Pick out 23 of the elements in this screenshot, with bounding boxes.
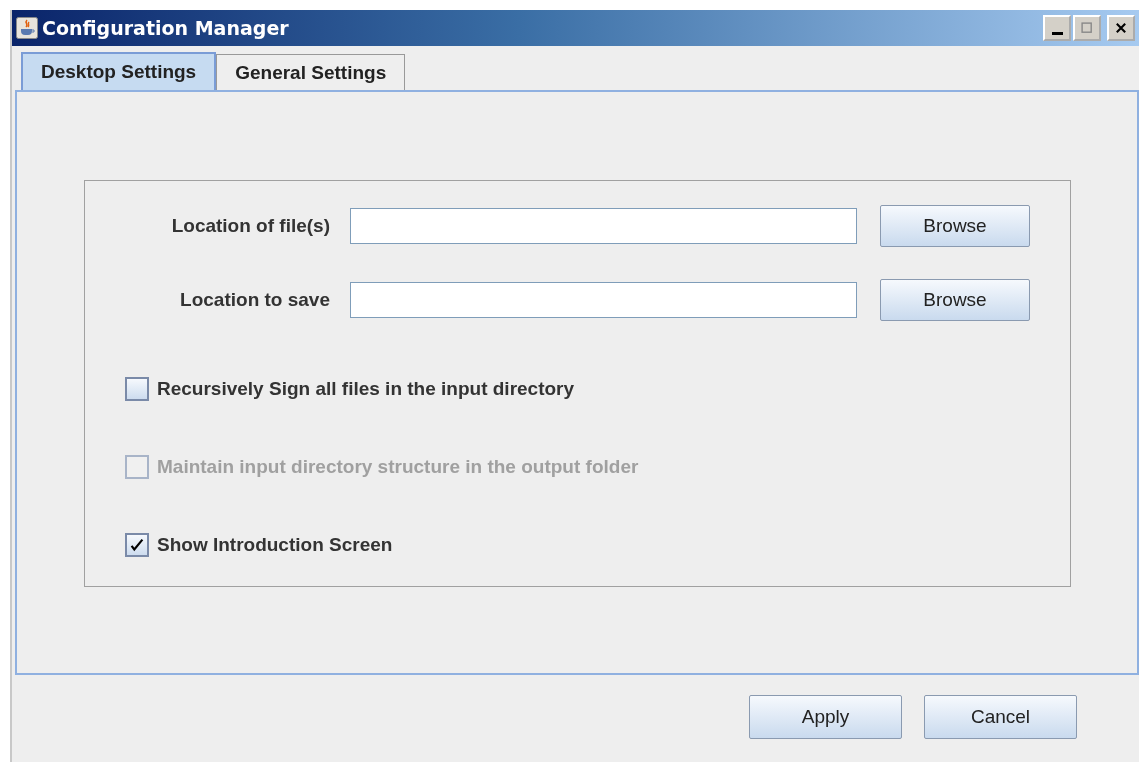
field-label: Location of file(s) <box>170 215 331 237</box>
tab[interactable]: General Settings <box>216 54 406 90</box>
checkbox-label: Maintain input directory structure in the output folder <box>157 456 639 478</box>
close-button[interactable] <box>1107 15 1135 41</box>
field-label: Location to save <box>179 289 331 311</box>
maximize-icon <box>1080 21 1094 35</box>
checkbox[interactable] <box>125 377 149 401</box>
text-field[interactable] <box>350 282 857 318</box>
checkbox-label: Show Introduction Screen <box>157 534 393 556</box>
tab[interactable]: Desktop Settings <box>21 52 217 90</box>
browse-button[interactable]: Browse <box>880 279 1030 321</box>
checkbox[interactable] <box>125 533 149 557</box>
close-icon <box>1114 21 1128 35</box>
minimize-button[interactable] <box>1043 15 1071 41</box>
window-title: Configuration Manager <box>42 17 290 39</box>
dialog-button[interactable]: Apply <box>749 695 902 739</box>
dialog-button[interactable]: Cancel <box>924 695 1077 739</box>
coffee-cup-icon <box>16 17 38 39</box>
text-field[interactable] <box>350 208 857 244</box>
browse-button[interactable]: Browse <box>880 205 1030 247</box>
minimize-icon <box>1051 31 1063 35</box>
checkmark-icon <box>128 536 146 554</box>
checkbox-label: Recursively Sign all files in the input directory <box>157 378 575 400</box>
